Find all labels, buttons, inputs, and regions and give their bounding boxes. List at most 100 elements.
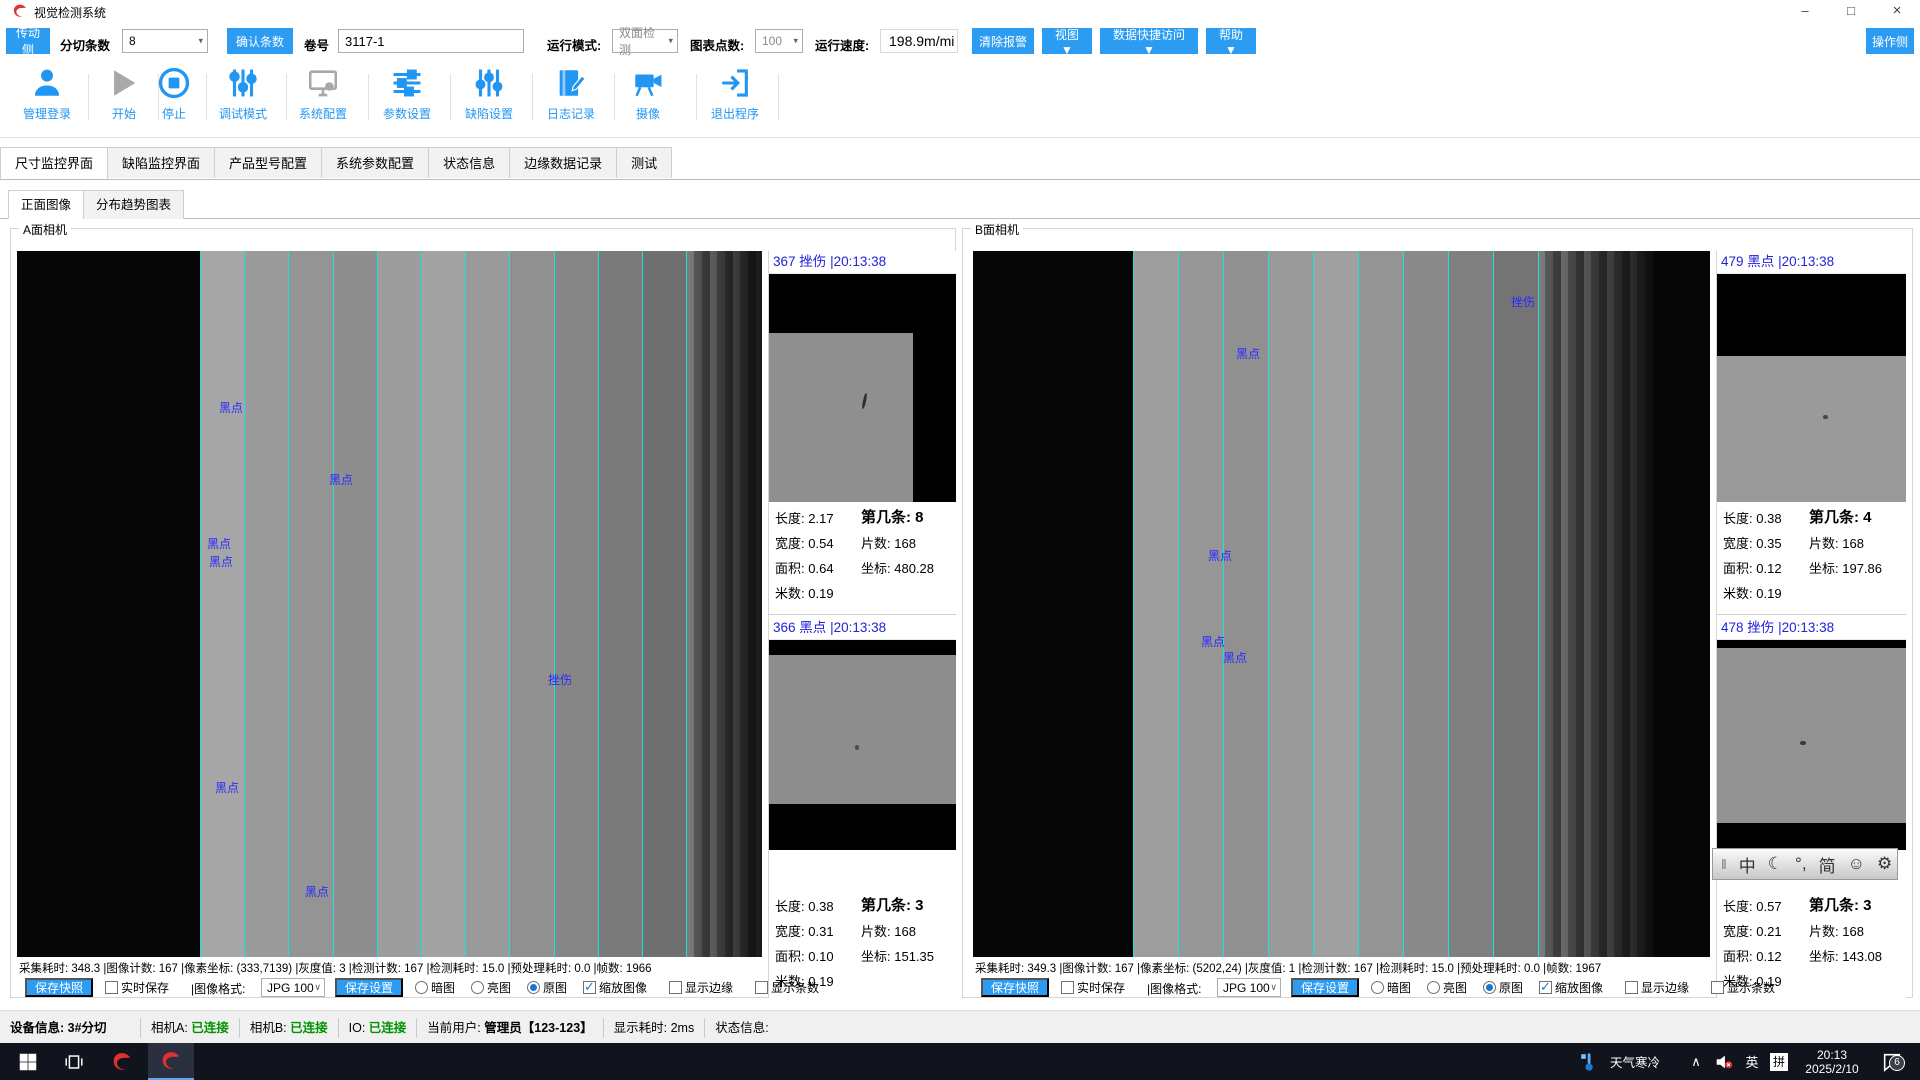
tab-defect-monitor[interactable]: 缺陷监控界面 bbox=[107, 147, 215, 178]
subtab-front-image[interactable]: 正面图像 bbox=[8, 190, 84, 219]
ime-fullwidth-icon[interactable]: ☾ bbox=[1768, 854, 1783, 874]
ime-toolbar[interactable]: ‖ 中 ☾ °, 简 ☺ ⚙ bbox=[1712, 848, 1898, 880]
zoom-image-checkbox[interactable]: 缩放图像 bbox=[1539, 979, 1603, 996]
tab-status-info[interactable]: 状态信息 bbox=[428, 147, 510, 178]
ime-simplified[interactable]: 简 bbox=[1819, 852, 1836, 877]
chevron-down-icon: ∨ bbox=[314, 982, 321, 993]
maximize-button[interactable]: □ bbox=[1828, 0, 1874, 22]
weather-text[interactable]: 天气寒冷 bbox=[1604, 1043, 1666, 1080]
chart-points-select[interactable]: 100▾ bbox=[755, 29, 803, 53]
save-snapshot-button[interactable]: 保存快照 bbox=[25, 978, 93, 997]
debug-mode-button[interactable]: 调试模式 bbox=[204, 66, 282, 130]
tray-chevron-icon[interactable]: ∧ bbox=[1684, 1043, 1708, 1080]
run-speed-label: 运行速度: bbox=[815, 35, 869, 54]
dark-image-radio[interactable]: 暗图 bbox=[1371, 979, 1411, 996]
strip-separator-line bbox=[509, 251, 510, 957]
defect-card[interactable]: 367 挫伤 |20:13:38 长度: 2.17 第几条: 8 宽度: 0.5… bbox=[769, 251, 956, 615]
ime-indicator[interactable]: 拼 bbox=[1766, 1043, 1792, 1080]
monitor-gear-icon bbox=[306, 66, 340, 100]
defect-card[interactable]: 479 黑点 |20:13:38 长度: 0.38 第几条: 4 宽度: 0.3… bbox=[1717, 251, 1906, 615]
exit-program-button[interactable]: 退出程序 bbox=[696, 66, 774, 130]
ime-punctuation-icon[interactable]: °, bbox=[1795, 854, 1807, 874]
strip-separator-line bbox=[1313, 251, 1314, 957]
param-settings-button[interactable]: 参数设置 bbox=[368, 66, 446, 130]
show-edge-checkbox[interactable]: 显示边缘 bbox=[1625, 979, 1689, 996]
strip-count-select[interactable]: 8▾ bbox=[122, 29, 208, 53]
admin-login-button[interactable]: 管理登录 bbox=[8, 66, 86, 130]
defect-thumbnail[interactable] bbox=[1717, 274, 1906, 502]
defect-fields: 长度: 2.17 第几条: 8 宽度: 0.54 片数: 168 面积: 0.6… bbox=[769, 502, 956, 610]
drive-side-button[interactable]: 传动侧 bbox=[6, 28, 50, 54]
weather-icon[interactable] bbox=[1574, 1043, 1604, 1080]
drag-handle-icon[interactable]: ‖ bbox=[1721, 856, 1727, 872]
subtab-trend-chart[interactable]: 分布趋势图表 bbox=[83, 190, 184, 219]
thumb-defect-mark bbox=[855, 745, 859, 750]
defect-thumbnail[interactable] bbox=[769, 274, 956, 502]
ime-emoji-icon[interactable]: ☺ bbox=[1848, 854, 1865, 874]
chevron-down-icon: ∨ bbox=[1270, 982, 1277, 993]
camera-a-image[interactable]: 黑点黑点黑点黑点挫伤黑点黑点 bbox=[17, 251, 762, 957]
stop-button[interactable]: 停止 bbox=[146, 66, 202, 130]
original-image-radio[interactable]: 原图 bbox=[527, 979, 567, 996]
defect-card[interactable]: 366 黑点 |20:13:38 长度: 0.38 第几条: 3 宽度: 0.3… bbox=[769, 617, 956, 1000]
save-snapshot-button[interactable]: 保存快照 bbox=[981, 978, 1049, 997]
save-settings-button[interactable]: 保存设置 bbox=[1291, 978, 1359, 997]
bright-image-radio[interactable]: 亮图 bbox=[471, 979, 511, 996]
ime-mode-chinese[interactable]: 中 bbox=[1739, 852, 1756, 877]
realtime-save-checkbox[interactable]: 实时保存 bbox=[105, 979, 169, 996]
log-record-button[interactable]: 日志记录 bbox=[532, 66, 610, 130]
volume-muted-icon[interactable] bbox=[1710, 1043, 1738, 1080]
tab-test[interactable]: 测试 bbox=[616, 147, 672, 178]
radio-icon bbox=[415, 981, 428, 994]
tab-system-params[interactable]: 系统参数配置 bbox=[321, 147, 429, 178]
clock[interactable]: 20:13 2025/2/10 bbox=[1796, 1043, 1868, 1080]
save-settings-button[interactable]: 保存设置 bbox=[335, 978, 403, 997]
bright-image-radio[interactable]: 亮图 bbox=[1427, 979, 1467, 996]
show-strips-checkbox[interactable]: 显示条数 bbox=[1711, 979, 1775, 996]
thumb-gray-region bbox=[769, 655, 956, 804]
capture-button[interactable]: 摄像 bbox=[620, 66, 676, 130]
defect-thumbnail[interactable] bbox=[1717, 640, 1906, 850]
clear-alarm-button[interactable]: 清除报警 bbox=[972, 28, 1034, 54]
chevron-down-icon: ▾ bbox=[668, 36, 673, 47]
tab-edge-data[interactable]: 边缘数据记录 bbox=[509, 147, 617, 178]
image-format-select[interactable]: JPG 100∨ bbox=[261, 978, 325, 997]
strip-separator-line bbox=[642, 251, 643, 957]
realtime-save-checkbox[interactable]: 实时保存 bbox=[1061, 979, 1125, 996]
minimize-button[interactable]: – bbox=[1782, 0, 1828, 22]
image-format-select[interactable]: JPG 100∨ bbox=[1217, 978, 1281, 997]
data-quick-access-menu-button[interactable]: 数据快捷访问 ▼ bbox=[1100, 28, 1198, 54]
camera-defect-label: 黑点 bbox=[1208, 547, 1232, 564]
show-strips-checkbox[interactable]: 显示条数 bbox=[755, 979, 819, 996]
camera-defect-label: 黑点 bbox=[1201, 633, 1225, 650]
run-mode-select[interactable]: 双面检测▾ bbox=[612, 29, 678, 53]
defect-thumbnail[interactable] bbox=[769, 640, 956, 850]
help-menu-button[interactable]: 帮助 ▼ bbox=[1206, 28, 1256, 54]
operator-side-button[interactable]: 操作侧 bbox=[1866, 28, 1914, 54]
dark-image-radio[interactable]: 暗图 bbox=[415, 979, 455, 996]
tab-product-model[interactable]: 产品型号配置 bbox=[214, 147, 322, 178]
close-button[interactable]: × bbox=[1874, 0, 1920, 22]
show-edge-checkbox[interactable]: 显示边缘 bbox=[669, 979, 733, 996]
pinned-app-button[interactable] bbox=[100, 1043, 144, 1080]
ime-settings-icon[interactable]: ⚙ bbox=[1877, 854, 1892, 874]
roll-number-input[interactable] bbox=[338, 29, 524, 53]
strip-column bbox=[1493, 251, 1538, 957]
original-image-radio[interactable]: 原图 bbox=[1483, 979, 1523, 996]
tab-size-monitor[interactable]: 尺寸监控界面 bbox=[0, 147, 108, 179]
start-button[interactable] bbox=[6, 1043, 50, 1080]
camera-b-image[interactable]: 挫伤黑点黑点黑点黑点 bbox=[973, 251, 1710, 957]
icon-toolbar: 管理登录 开始 停止 调试模式 系统配置 参数设置 缺陷设置 bbox=[0, 60, 1920, 138]
system-config-button[interactable]: 系统配置 bbox=[284, 66, 362, 130]
zoom-image-checkbox[interactable]: 缩放图像 bbox=[583, 979, 647, 996]
current-user: 当前用户: 管理员【123-123】 bbox=[417, 1018, 603, 1038]
language-indicator[interactable]: 英 bbox=[1740, 1043, 1764, 1080]
running-app-button[interactable] bbox=[148, 1043, 194, 1080]
action-center-button[interactable]: 6 bbox=[1872, 1043, 1912, 1080]
confirm-count-button[interactable]: 确认条数 bbox=[227, 28, 293, 54]
task-view-button[interactable] bbox=[52, 1043, 96, 1080]
view-menu-button[interactable]: 视图 ▼ bbox=[1042, 28, 1092, 54]
defect-card[interactable]: 478 挫伤 |20:13:38 长度: 0.57 第几条: 3 宽度: 0.2… bbox=[1717, 617, 1906, 1000]
defect-settings-button[interactable]: 缺陷设置 bbox=[450, 66, 528, 130]
checkbox-icon bbox=[669, 981, 682, 994]
